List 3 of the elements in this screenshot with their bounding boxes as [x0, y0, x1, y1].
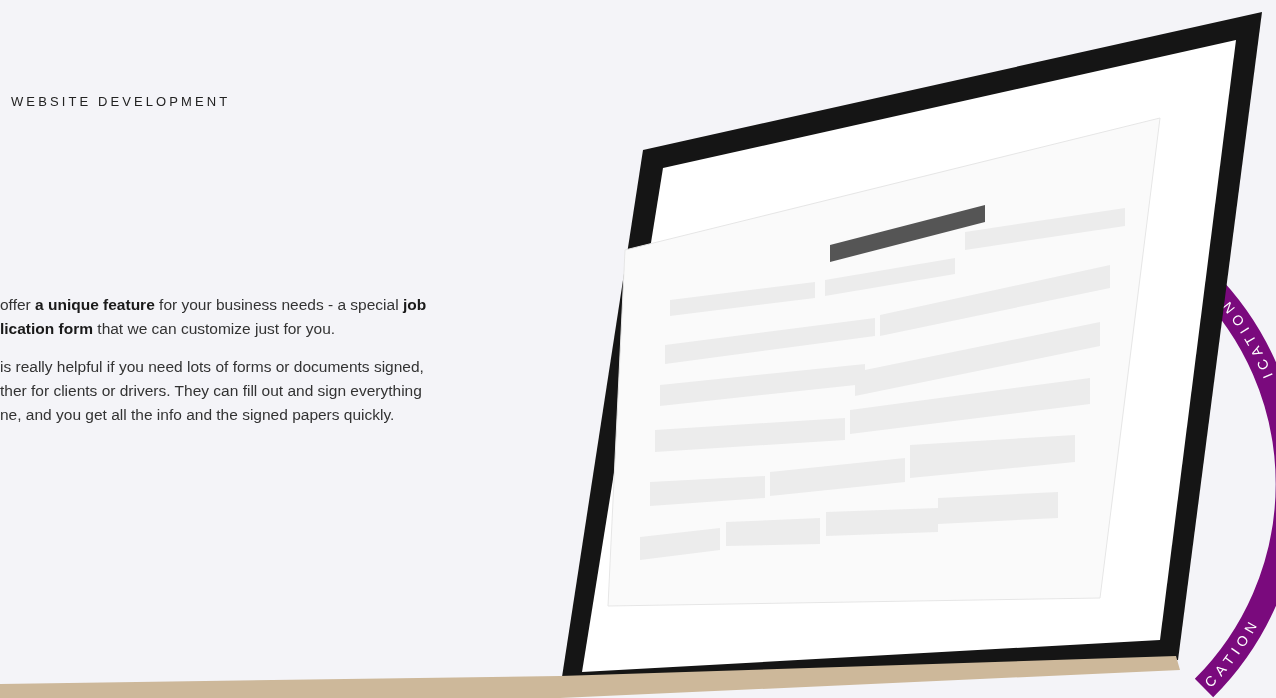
section-label: WEBSITE DEVELOPMENT — [10, 94, 231, 109]
description-paragraph: offer a unique feature for your business needs - a special job lication form that we can customize just for you. — [0, 295, 427, 339]
description-paragraph: is really helpful if you need lots of forms or documents signed, ther for clients or drivers. They can fill out and sign everything ne, and you get all the info and the signed papers quickly. — [0, 357, 424, 425]
